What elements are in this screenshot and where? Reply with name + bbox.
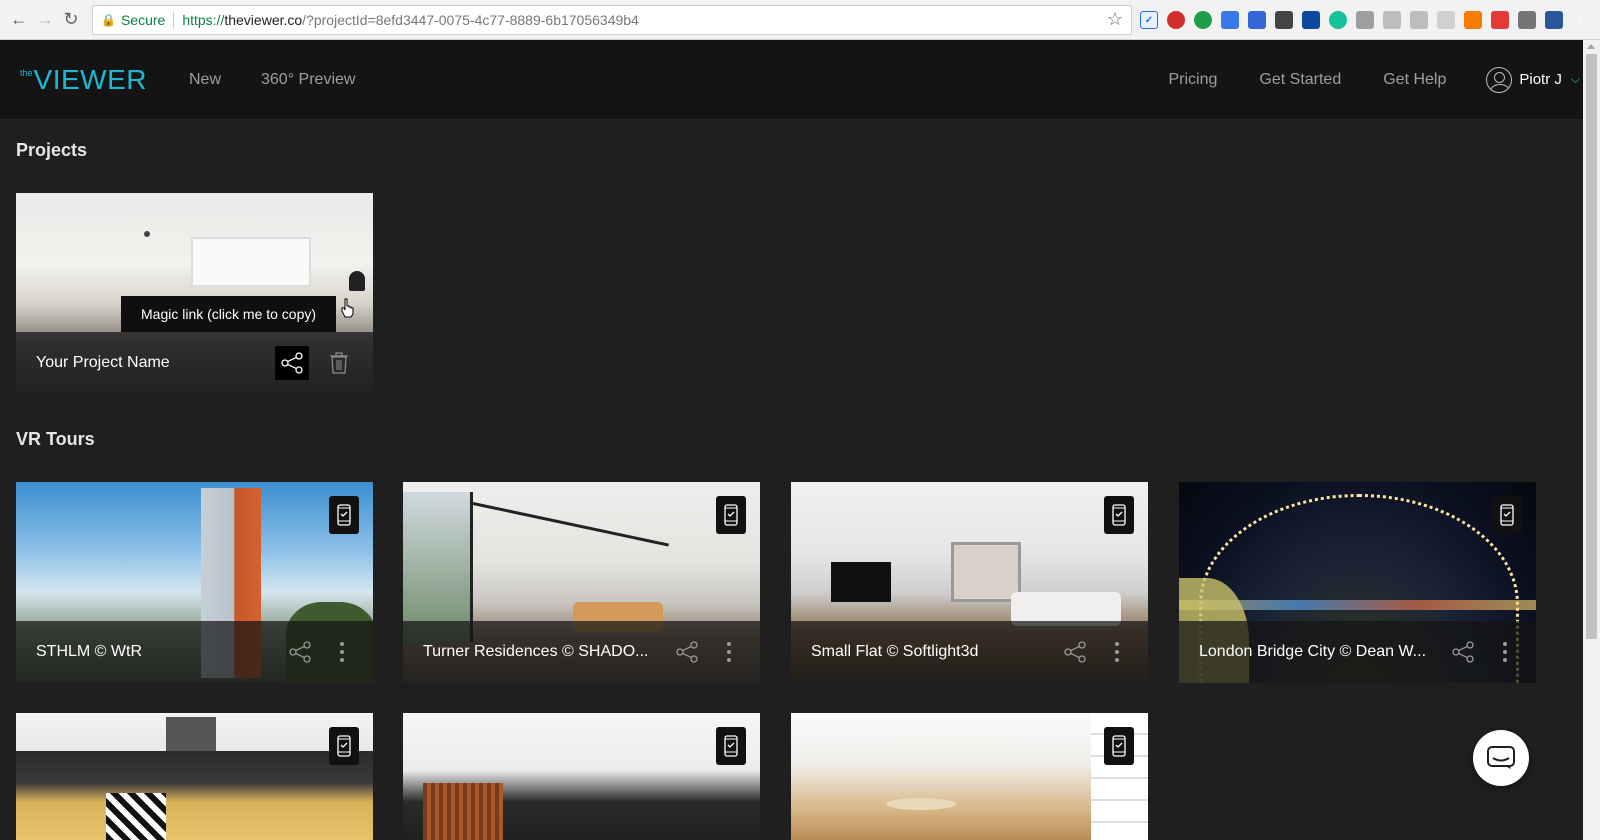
projects-title: Projects <box>16 140 88 160</box>
extension-off-icon[interactable] <box>1464 10 1482 29</box>
back-icon[interactable]: ← <box>6 7 32 33</box>
tour-name: Small Flat © Softlight3d <box>811 643 979 660</box>
extension-reader-icon[interactable] <box>1437 10 1455 29</box>
url-host: theviewer.co <box>224 11 303 28</box>
vr-phone-icon[interactable] <box>716 496 746 534</box>
vr-tour-card[interactable] <box>791 713 1148 840</box>
vr-tour-card[interactable]: Turner Residences © SHADO... <box>403 482 760 683</box>
project-card[interactable]: Your Project Name <box>16 193 373 394</box>
extension-bulb-icon[interactable] <box>1275 10 1293 29</box>
scrollbar[interactable] <box>1583 40 1600 840</box>
tour-card-bar: STHLM © WtR <box>16 621 373 683</box>
extension-red-icon[interactable] <box>1167 10 1185 29</box>
extensions-bar: ✓ ⋮ <box>1140 10 1594 29</box>
forward-icon[interactable]: → <box>32 7 58 33</box>
share-icon[interactable] <box>1449 638 1477 666</box>
extension-drive-icon[interactable] <box>1383 10 1401 29</box>
tour-name: London Bridge City © Dean W... <box>1199 643 1427 660</box>
extension-green-icon[interactable] <box>1194 10 1212 29</box>
extension-shield-icon[interactable]: ✓ <box>1140 10 1158 29</box>
tour-card-bar: Turner Residences © SHADO... <box>403 621 760 683</box>
extension-word-icon[interactable] <box>1545 10 1563 29</box>
vr-phone-icon[interactable] <box>1104 727 1134 765</box>
logo-text: VIEWER <box>33 63 147 95</box>
browser-menu-icon[interactable]: ⋮ <box>1572 11 1590 29</box>
extension-news-icon[interactable] <box>1302 10 1320 29</box>
vr-phone-icon[interactable] <box>716 727 746 765</box>
more-icon[interactable] <box>719 638 739 666</box>
vr-tour-card[interactable] <box>403 713 760 840</box>
url-path: /?projectId=8efd3447-0075-4c77-8889-6b17… <box>302 11 639 28</box>
project-card-bar: Your Project Name <box>16 332 373 394</box>
vr-tour-card[interactable]: London Bridge City © Dean W... <box>1179 482 1536 683</box>
vr-tour-card[interactable]: STHLM © WtR <box>16 482 373 683</box>
pointer-cursor <box>340 298 356 323</box>
vr-phone-icon[interactable] <box>1104 496 1134 534</box>
project-name: Your Project Name <box>36 354 170 371</box>
extension-blue-icon[interactable] <box>1221 10 1239 29</box>
user-name: Piotr J <box>1519 71 1562 88</box>
browser-toolbar: ← → ↻ 🔒 Secure https://theviewer.co/?pro… <box>0 0 1600 40</box>
logo[interactable]: the VIEWER <box>20 64 147 96</box>
vr-tour-card[interactable] <box>16 713 373 840</box>
share-icon[interactable] <box>673 638 701 666</box>
main-content: Projects Your Project Name Magic link (c… <box>0 120 1600 840</box>
reload-icon[interactable]: ↻ <box>58 7 84 33</box>
star-icon[interactable]: ☆ <box>1107 9 1123 30</box>
extension-target-icon[interactable] <box>1491 10 1509 29</box>
vr-phone-icon[interactable] <box>1492 496 1522 534</box>
logo-small-text: the <box>20 67 33 78</box>
nav-get-started[interactable]: Get Started <box>1259 71 1341 89</box>
chat-launcher-button[interactable] <box>1473 730 1529 786</box>
extension-pocket-icon[interactable] <box>1410 10 1428 29</box>
url-scheme: https:// <box>182 11 225 28</box>
scroll-up-icon[interactable] <box>1587 44 1595 49</box>
divider <box>173 11 175 28</box>
chevron-down-icon: ⌵ <box>1570 72 1580 86</box>
lock-icon: 🔒 <box>101 12 116 27</box>
vr-phone-icon[interactable] <box>329 496 359 534</box>
extension-camera-icon[interactable] <box>1356 10 1374 29</box>
tour-thumbnail <box>791 713 1148 840</box>
nav-new[interactable]: New <box>189 71 221 89</box>
trash-icon[interactable] <box>325 349 353 377</box>
vr-phone-icon[interactable] <box>329 727 359 765</box>
scroll-thumb[interactable] <box>1586 54 1597 639</box>
tour-thumbnail <box>403 713 760 840</box>
magic-link-tooltip[interactable]: Magic link (click me to copy) <box>121 296 337 332</box>
tour-thumbnail <box>16 713 373 840</box>
secure-label: Secure <box>120 11 166 28</box>
nav-get-help[interactable]: Get Help <box>1383 71 1446 89</box>
share-icon[interactable] <box>275 346 309 380</box>
nav-pricing[interactable]: Pricing <box>1169 71 1218 89</box>
vr-tour-card[interactable]: Small Flat © Softlight3d <box>791 482 1148 683</box>
user-menu[interactable]: Piotr J ⌵ <box>1486 66 1580 93</box>
extension-code-icon[interactable] <box>1248 10 1266 29</box>
more-icon[interactable] <box>332 638 352 666</box>
nav-360-preview[interactable]: 360° Preview <box>261 71 355 89</box>
tour-name: STHLM © WtR <box>36 643 143 660</box>
app-header: the VIEWER New 360° Preview Pricing Get … <box>0 40 1600 120</box>
extension-grammarly-icon[interactable] <box>1329 10 1347 29</box>
tour-card-bar: Small Flat © Softlight3d <box>791 621 1148 683</box>
more-icon[interactable] <box>1107 638 1127 666</box>
more-icon[interactable] <box>1495 638 1515 666</box>
chat-icon <box>1487 746 1515 769</box>
extension-window-icon[interactable] <box>1518 10 1536 29</box>
tour-card-bar: London Bridge City © Dean W... <box>1179 621 1536 683</box>
address-bar[interactable]: 🔒 Secure https://theviewer.co/?projectId… <box>92 4 1132 35</box>
tour-name: Turner Residences © SHADO... <box>423 643 649 660</box>
user-icon <box>1486 66 1513 93</box>
vr-tours-title: VR Tours <box>16 429 95 449</box>
share-icon[interactable] <box>286 638 314 666</box>
share-icon[interactable] <box>1061 638 1089 666</box>
